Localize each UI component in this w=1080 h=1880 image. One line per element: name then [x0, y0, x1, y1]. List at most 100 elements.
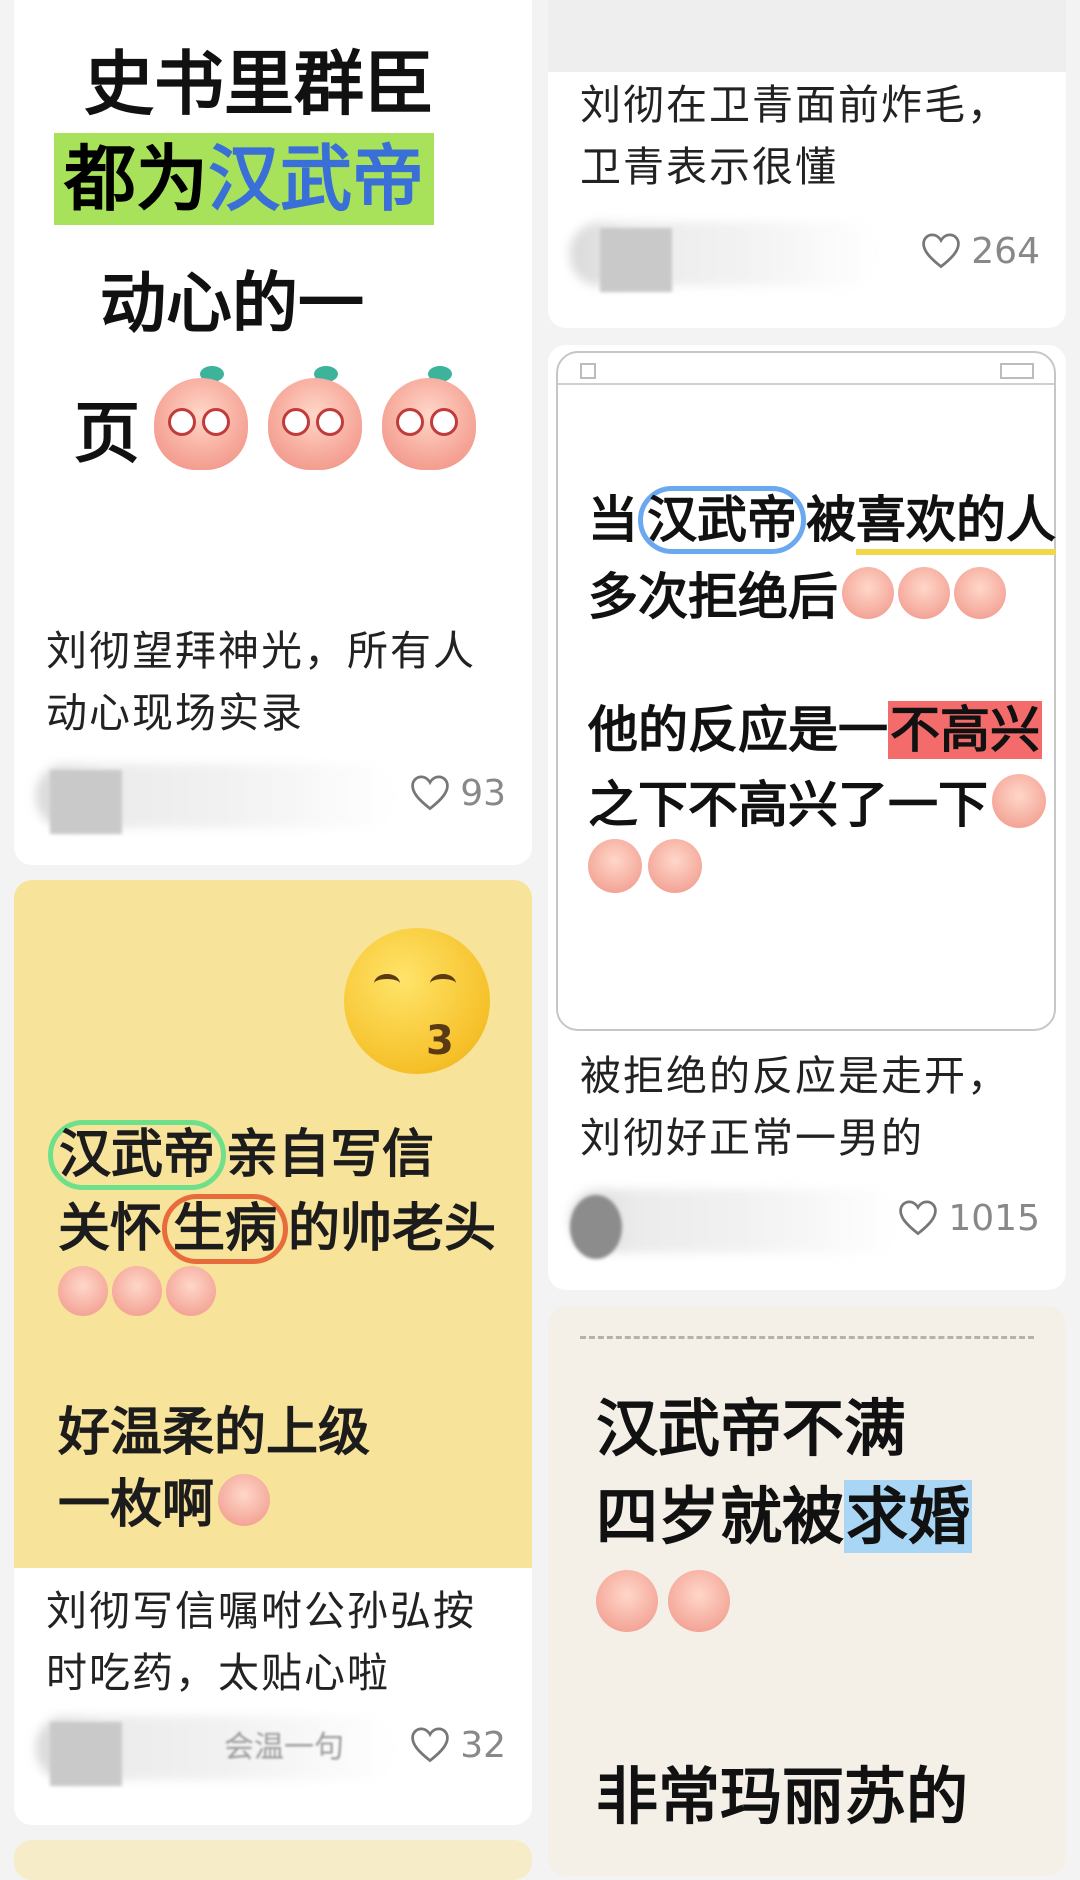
post-cover-image[interactable]: 史书里群臣 都为汉武帝 动心的一 页 — [14, 0, 532, 610]
blurred-avatar — [600, 228, 672, 292]
like-count: 93 — [460, 772, 506, 814]
poster-line: 非常玛丽苏的 — [596, 1760, 969, 1833]
poster-circled-text: 生病 — [162, 1194, 289, 1264]
poster-line: 之下不高兴了一下 — [588, 776, 988, 834]
peach-sticker-icon — [58, 1266, 108, 1316]
poster-line: 多次拒绝后 — [588, 568, 838, 626]
blurred-avatar — [50, 1722, 122, 1786]
peach-sticker-icon — [374, 366, 484, 476]
poster-line: 被 — [806, 491, 856, 549]
post-meta: 会温一句 32 — [14, 1712, 532, 1786]
post-title[interactable]: 被拒绝的反应是走开， 刘彻好正常一男的 — [580, 1045, 1038, 1169]
poster-line: 史书里群臣 — [84, 43, 434, 125]
peach-sticker-row — [588, 839, 702, 893]
peach-sticker-icon — [166, 1266, 216, 1316]
post-title-line: 时吃药，太贴心啦 — [46, 1649, 390, 1697]
post-title-line: 卫青表示很懂 — [580, 143, 838, 191]
kiss-emoji-icon: 3 — [344, 928, 490, 1074]
blurred-avatar — [50, 770, 122, 834]
peach-sticker-icon — [898, 567, 950, 619]
poster-highlight: 求婚 — [844, 1480, 973, 1553]
like-button[interactable]: 264 — [919, 226, 1040, 276]
dashed-divider — [580, 1336, 1034, 1339]
post-card[interactable]: 刘彻在卫青面前炸毛， 卫青表示很懂 264 — [548, 0, 1066, 328]
post-cover-image[interactable]: 当汉武帝 被喜欢的人 多次拒绝后 他的反应是一不高兴 之下不高兴了一下 — [548, 345, 1066, 1035]
post-title-line: 动心现场实录 — [46, 689, 304, 737]
post-title-line: 刘彻写信嘱咐公孙弘按 — [46, 1587, 476, 1635]
peach-sticker-icon — [260, 366, 370, 476]
poster-line-row: 关怀 生病 的帅老头 — [58, 1186, 497, 1264]
poster-line-row: 多次拒绝后 — [588, 557, 1006, 629]
peach-sticker-icon — [218, 1473, 271, 1526]
poster-line-row: 都为汉武帝 — [54, 120, 435, 225]
post-meta: 1015 — [548, 1185, 1066, 1259]
poster-line: 的帅老头 — [288, 1199, 497, 1259]
peach-sticker-icon — [668, 1570, 730, 1632]
post-title-line: 刘彻望拜神光，所有人 — [46, 627, 476, 675]
poster-line: 他的反应是一 — [588, 701, 888, 759]
poster-highlight: 都为汉武帝 — [54, 133, 435, 225]
peach-sticker-icon — [596, 1570, 658, 1632]
peach-sticker-icon — [992, 774, 1046, 828]
post-title[interactable]: 刘彻写信嘱咐公孙弘按 时吃药，太贴心啦 — [46, 1580, 504, 1704]
poster-line-row: 他的反应是一不高兴 — [588, 690, 1042, 762]
post-title[interactable]: 刘彻望拜神光，所有人 动心现场实录 — [46, 620, 504, 744]
like-count: 264 — [971, 230, 1040, 272]
poster-line: 动心的一 — [100, 265, 364, 342]
poster-line-blue: 汉武帝 — [208, 137, 425, 221]
poster-line: 页 — [74, 395, 140, 472]
post-card[interactable]: 汉武帝不满 四岁就被求婚 非常玛丽苏的 — [548, 1306, 1066, 1876]
meta-snippet: 会温一句 — [224, 1730, 344, 1765]
post-title-line: 刘彻好正常一男的 — [580, 1114, 924, 1162]
like-count: 32 — [460, 1724, 506, 1766]
poster-line-row: 汉武帝 亲自写信 — [48, 1112, 435, 1190]
poster-line-row: 之下不高兴了一下 — [588, 765, 1046, 837]
like-count: 1015 — [948, 1197, 1040, 1239]
poster-line-row: 一枚啊 — [58, 1462, 271, 1537]
poster-line: 亲自写信 — [226, 1125, 435, 1185]
poster-line: 一枚啊 — [58, 1475, 215, 1535]
post-card[interactable]: 3 汉武帝 亲自写信 关怀 生病 的帅老头 好温柔的上级 一枚啊 刘彻写信嘱咐公孙弘按… — [14, 880, 532, 1825]
post-cover-image[interactable]: 3 汉武帝 亲自写信 关怀 生病 的帅老头 好温柔的上级 一枚啊 — [14, 880, 532, 1568]
poster-line: 当 — [588, 491, 638, 549]
peach-sticker-row — [58, 1266, 216, 1316]
post-card[interactable]: 当汉武帝 被喜欢的人 多次拒绝后 他的反应是一不高兴 之下不高兴了一下 被拒绝的反… — [548, 345, 1066, 1290]
post-title[interactable]: 刘彻在卫青面前炸毛， 卫青表示很懂 — [580, 74, 1038, 198]
post-meta: 264 — [548, 218, 1066, 292]
poster-underlined-text: 喜欢的人 — [856, 491, 1056, 555]
like-button[interactable]: 32 — [408, 1720, 506, 1770]
post-title-line: 刘彻在卫青面前炸毛， — [580, 81, 1010, 129]
post-cover-image[interactable]: 汉武帝不满 四岁就被求婚 非常玛丽苏的 — [548, 1306, 1066, 1876]
heart-outline-icon — [899, 1200, 938, 1236]
heart-outline-icon — [922, 233, 961, 269]
poster-line: 好温柔的上级 — [58, 1403, 371, 1463]
poster-line-row: 四岁就被求婚 — [596, 1466, 973, 1556]
poster-line-row: 当汉武帝 被喜欢的人 — [588, 480, 1056, 555]
like-button[interactable]: 1015 — [896, 1193, 1040, 1243]
poster-line: 四岁就被 — [596, 1480, 845, 1553]
post-card[interactable]: 史书里群臣 都为汉武帝 动心的一 页 刘彻望拜神光，所有人 动心现场实录 93 — [14, 0, 532, 865]
post-meta: 93 — [14, 760, 532, 834]
peach-sticker-row — [596, 1570, 730, 1632]
post-title-line: 被拒绝的反应是走开， — [580, 1052, 1010, 1100]
heart-outline-icon — [411, 775, 449, 811]
peach-sticker-icon — [112, 1266, 162, 1316]
poster-highlight: 不高兴 — [888, 701, 1042, 759]
blurred-avatar — [570, 1195, 622, 1259]
poster-circled-text: 汉武帝 — [638, 486, 806, 554]
poster-line: 关怀 — [58, 1199, 163, 1259]
poster-circled-text: 汉武帝 — [48, 1120, 227, 1190]
post-card[interactable] — [14, 1840, 532, 1880]
like-button[interactable]: 93 — [408, 768, 506, 818]
window-controls-icon — [1000, 363, 1034, 379]
peach-sticker-icon — [842, 567, 894, 619]
peach-sticker-icon — [954, 567, 1006, 619]
peach-sticker-icon — [588, 839, 642, 893]
poster-line: 都为 — [64, 137, 209, 221]
heart-outline-icon — [411, 1727, 449, 1763]
post-cover-image[interactable] — [548, 0, 1066, 72]
square-icon — [580, 363, 596, 379]
peach-sticker-icon — [648, 839, 702, 893]
peach-sticker-icon — [146, 366, 256, 476]
poster-line: 汉武帝不满 — [596, 1392, 907, 1465]
